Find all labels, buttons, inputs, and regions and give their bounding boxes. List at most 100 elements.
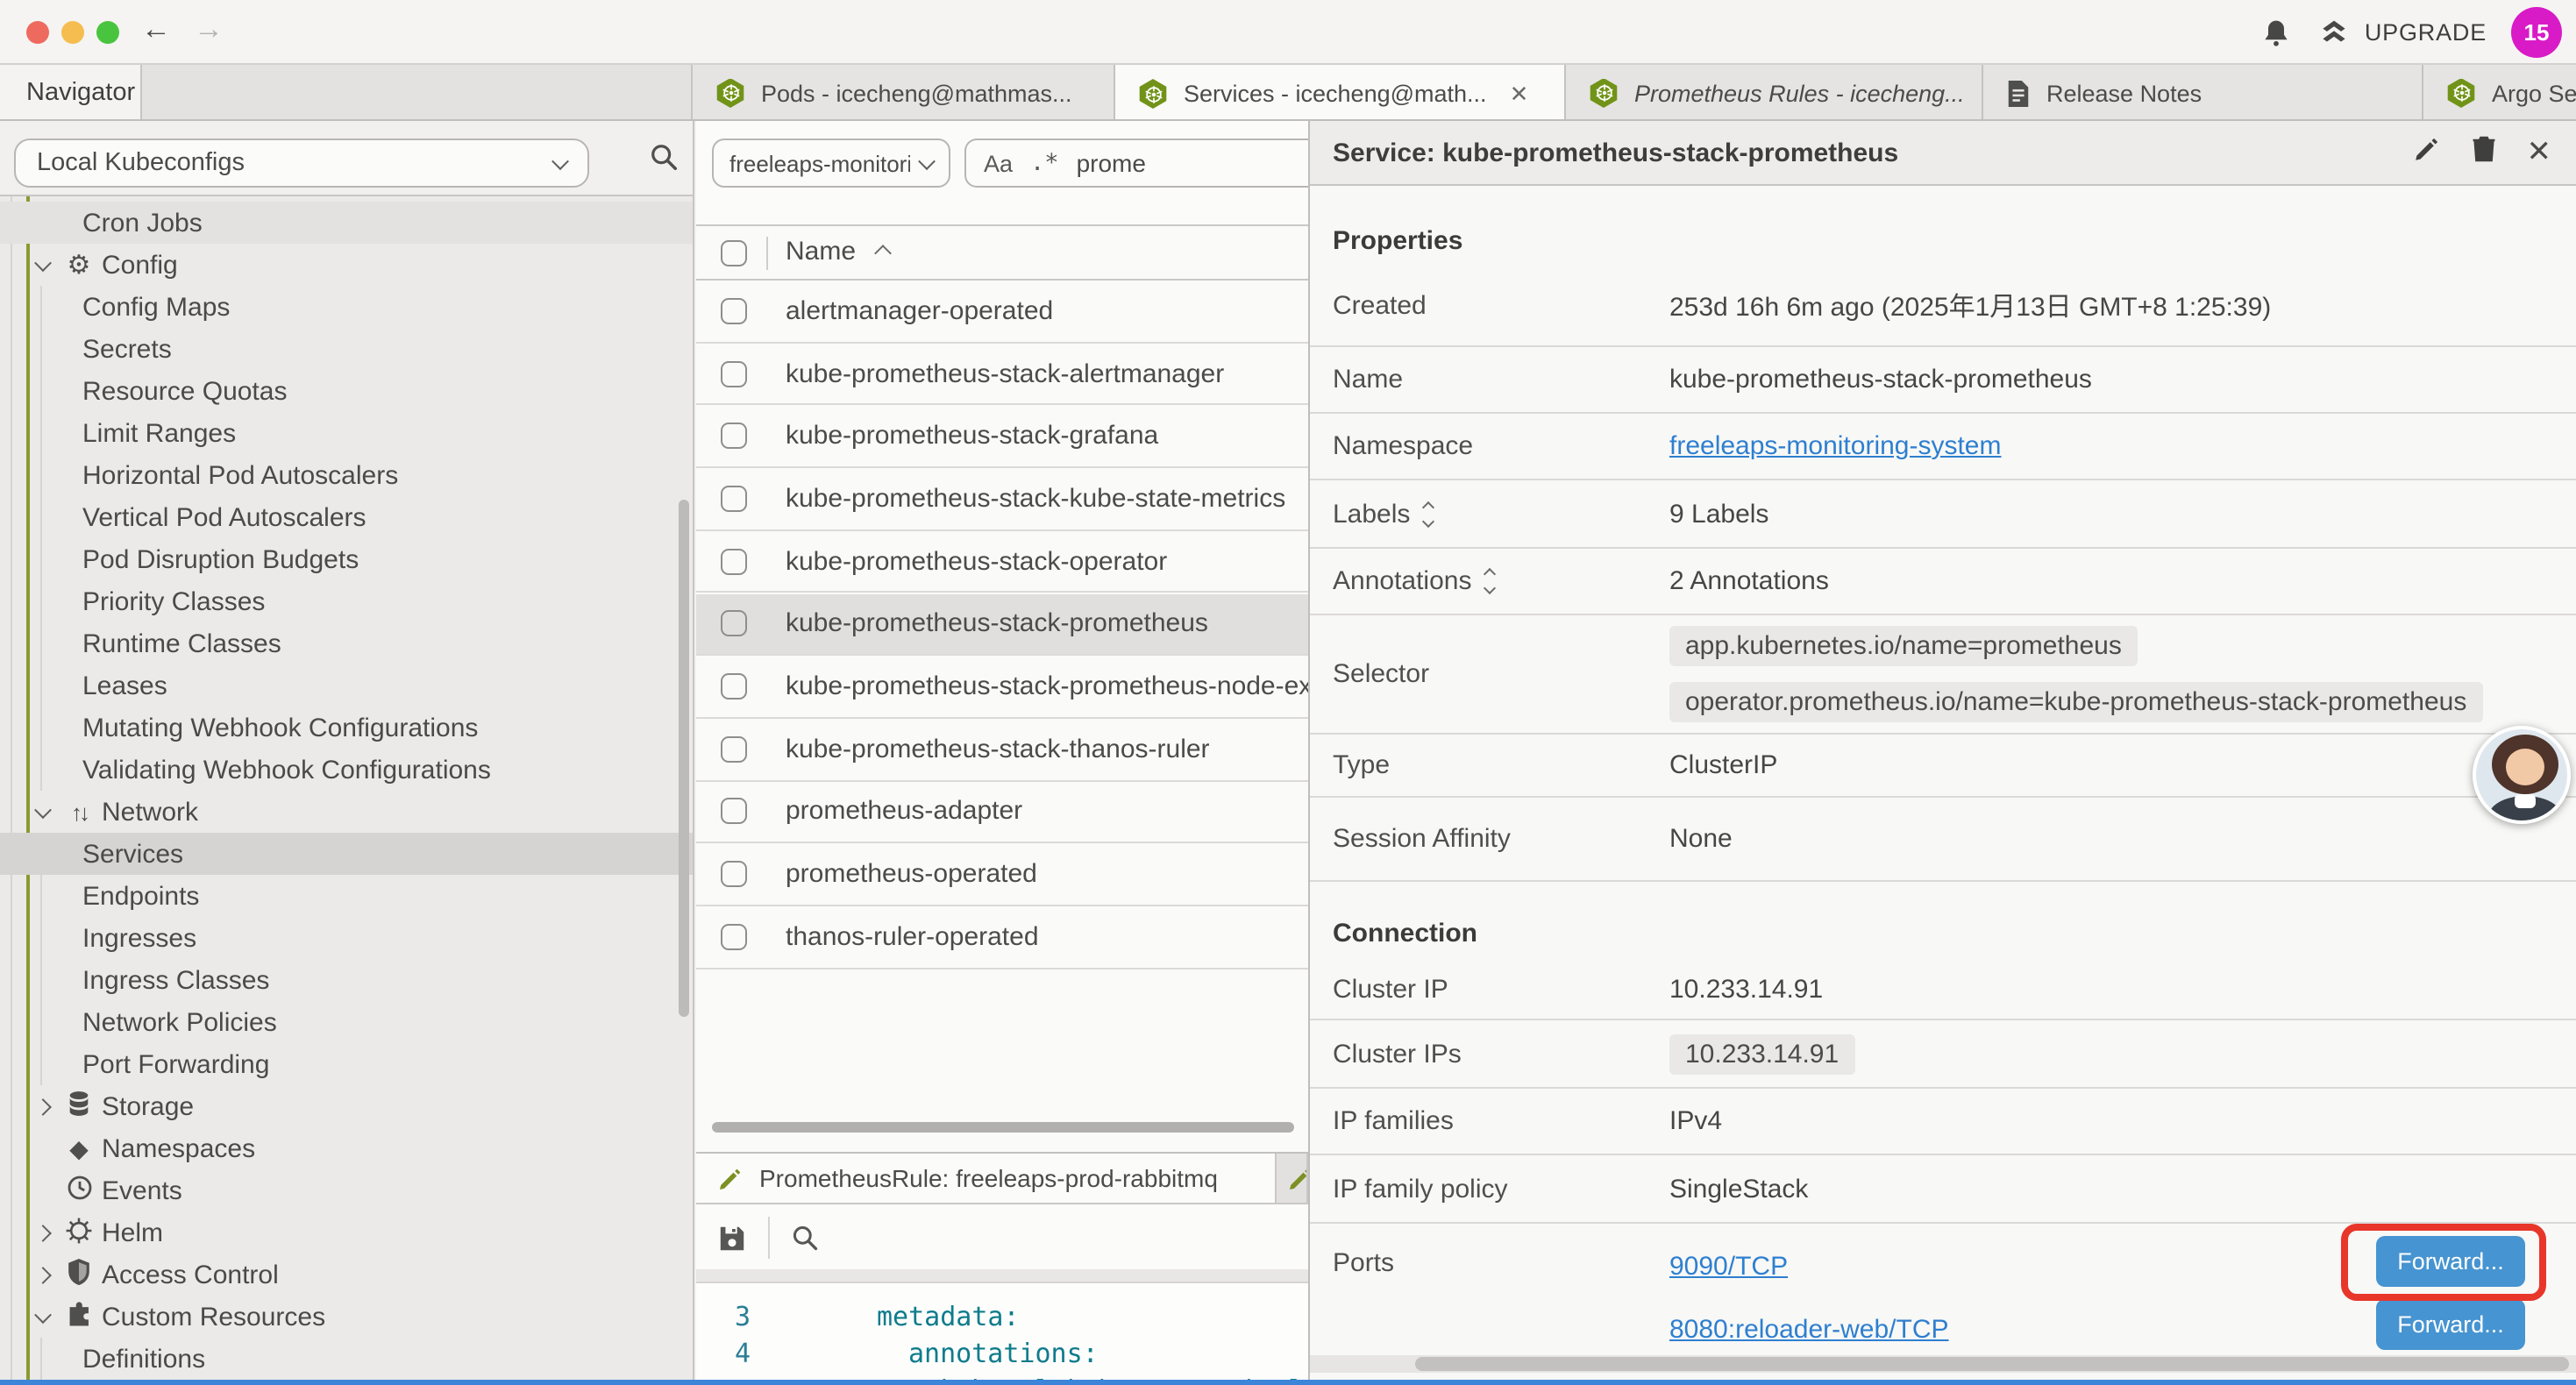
row-checkbox[interactable]	[721, 611, 747, 637]
forward-button-2[interactable]: Forward...	[2376, 1299, 2525, 1350]
table-row-kube-prometheus-stack-thanos-ruler[interactable]: kube-prometheus-stack-thanos-ruler	[696, 719, 1308, 781]
sidebar-item-vertical-pod-autoscalers[interactable]: Vertical Pod Autoscalers	[0, 496, 693, 538]
sidebar-item-access-control[interactable]: Access Control	[0, 1254, 693, 1296]
forward-icon[interactable]: →	[189, 12, 228, 47]
row-checkbox[interactable]	[721, 298, 747, 324]
table-row-kube-prometheus-stack-prometheus-node-expor[interactable]: kube-prometheus-stack-prometheus-node-ex…	[696, 656, 1308, 718]
table-row-kube-prometheus-stack-kube-state-metrics[interactable]: kube-prometheus-stack-kube-state-metrics	[696, 468, 1308, 530]
sidebar-item-config[interactable]: ⚙Config	[0, 244, 693, 286]
sidebar-item-cron-jobs[interactable]: Cron Jobs	[0, 202, 693, 244]
expand-collapse-sorter-icon[interactable]	[1424, 502, 1433, 525]
row-checkbox[interactable]	[721, 861, 747, 887]
navigator-panel-tab[interactable]: Navigator	[0, 65, 142, 121]
table-row-kube-prometheus-stack-grafana[interactable]: kube-prometheus-stack-grafana	[696, 406, 1308, 468]
tab-pods-icecheng-mathmas[interactable]: Pods - icecheng@mathmas...	[693, 65, 1115, 119]
sidebar-item-limit-ranges[interactable]: Limit Ranges	[0, 412, 693, 454]
row-checkbox[interactable]	[721, 423, 747, 449]
detail-scrollbar[interactable]	[1415, 1357, 2569, 1371]
sidebar-item-port-forwarding[interactable]: Port Forwarding	[0, 1043, 693, 1085]
bell-icon[interactable]	[2261, 17, 2293, 48]
list-search-input[interactable]: Aa .* prome	[964, 138, 1308, 188]
table-row-prometheus-operated[interactable]: prometheus-operated	[696, 844, 1308, 906]
sidebar-item-storage[interactable]: Storage	[0, 1085, 693, 1127]
namespace-link[interactable]: freeleaps-monitoring-system	[1669, 431, 2002, 461]
regex-icon[interactable]: .*	[1030, 149, 1059, 177]
chevron-down-icon[interactable]	[34, 800, 52, 818]
sidebar-item-config-maps[interactable]: Config Maps	[0, 286, 693, 328]
row-checkbox[interactable]	[721, 924, 747, 950]
row-checkbox[interactable]	[721, 360, 747, 387]
avatar[interactable]	[2473, 726, 2571, 824]
table-row-alertmanager-operated[interactable]: alertmanager-operated	[696, 281, 1308, 343]
tab-services-icecheng-math[interactable]: Services - icecheng@math...✕	[1115, 65, 1566, 119]
sidebar-item-namespaces[interactable]: ◆Namespaces	[0, 1127, 693, 1169]
sidebar-item-network-policies[interactable]: Network Policies	[0, 1001, 693, 1043]
sidebar-item-events[interactable]: Events	[0, 1169, 693, 1211]
chevron-right-icon[interactable]	[34, 1097, 52, 1115]
port-link-9090-tcp[interactable]: 9090/TCP	[1669, 1251, 1788, 1281]
table-row-kube-prometheus-stack-prometheus[interactable]: kube-prometheus-stack-prometheus	[696, 593, 1308, 656]
namespace-filter-dropdown[interactable]: freeleaps-monitoring-system	[712, 138, 950, 188]
sidebar-item-network[interactable]: ↑↓Network	[0, 791, 693, 833]
name-column-header[interactable]: Name	[786, 237, 856, 266]
row-checkbox[interactable]	[721, 735, 747, 762]
chevron-right-icon[interactable]	[34, 1224, 52, 1241]
back-icon[interactable]: ←	[137, 12, 175, 47]
sidebar-item-label: Storage	[102, 1091, 194, 1121]
table-horizontal-scrollbar[interactable]	[712, 1122, 1294, 1133]
tab-close-icon[interactable]: ✕	[1510, 80, 1529, 108]
editor-tab-next-partial[interactable]	[1277, 1154, 1308, 1203]
chevron-right-icon[interactable]	[34, 1266, 52, 1283]
tab-argo-se[interactable]: Argo Se	[2423, 65, 2576, 119]
table-row-prometheus-adapter[interactable]: prometheus-adapter	[696, 781, 1308, 843]
zoom-window-button[interactable]	[96, 21, 119, 44]
save-icon[interactable]	[717, 1223, 747, 1253]
sidebar-search-icon[interactable]	[649, 142, 679, 179]
detail-edit-pencil-icon[interactable]	[2413, 135, 2441, 170]
detail-row-type: TypeClusterIP	[1310, 735, 2576, 798]
sidebar-item-endpoints[interactable]: Endpoints	[0, 875, 693, 917]
notification-count-badge[interactable]: 15	[2511, 7, 2562, 58]
tab-prometheus-rules-icecheng[interactable]: Prometheus Rules - icecheng...	[1566, 65, 1983, 119]
sidebar-item-secrets[interactable]: Secrets	[0, 328, 693, 370]
chevron-down-icon[interactable]	[34, 1305, 52, 1323]
sidebar-item-custom-resources[interactable]: Custom Resources	[0, 1296, 693, 1338]
sidebar-item-helm[interactable]: Helm	[0, 1211, 693, 1254]
sidebar-item-priority-classes[interactable]: Priority Classes	[0, 580, 693, 622]
upgrade-button[interactable]: UPGRADE	[2317, 17, 2487, 48]
detail-close-icon[interactable]: ✕	[2527, 135, 2552, 170]
close-window-button[interactable]	[26, 21, 49, 44]
editor-tab-prometheusrule[interactable]: PrometheusRule: freeleaps-prod-rabbitmq	[696, 1154, 1277, 1203]
sidebar-scrollbar[interactable]	[679, 500, 689, 1017]
row-checkbox[interactable]	[721, 799, 747, 825]
minimize-window-button[interactable]	[61, 21, 84, 44]
sidebar-item-ingress-classes[interactable]: Ingress Classes	[0, 959, 693, 1001]
sidebar-item-validating-webhook-configurations[interactable]: Validating Webhook Configurations	[0, 749, 693, 791]
kubeconfig-dropdown[interactable]: Local Kubeconfigs	[14, 138, 589, 188]
match-case-icon[interactable]: Aa	[984, 150, 1013, 176]
chevron-down-icon[interactable]	[34, 253, 52, 271]
table-row-thanos-ruler-operated[interactable]: thanos-ruler-operated	[696, 906, 1308, 969]
sidebar-item-mutating-webhook-configurations[interactable]: Mutating Webhook Configurations	[0, 707, 693, 749]
sort-ascending-icon[interactable]	[874, 245, 892, 262]
row-checkbox[interactable]	[721, 673, 747, 700]
table-row-kube-prometheus-stack-alertmanager[interactable]: kube-prometheus-stack-alertmanager	[696, 343, 1308, 405]
expand-collapse-sorter-icon[interactable]	[1485, 570, 1494, 593]
select-all-checkbox[interactable]	[721, 240, 747, 266]
sidebar-item-runtime-classes[interactable]: Runtime Classes	[0, 622, 693, 664]
sidebar-item-leases[interactable]: Leases	[0, 664, 693, 707]
sidebar-item-pod-disruption-budgets[interactable]: Pod Disruption Budgets	[0, 538, 693, 580]
sidebar-item-ingresses[interactable]: Ingresses	[0, 917, 693, 959]
sidebar-item-resource-quotas[interactable]: Resource Quotas	[0, 370, 693, 412]
detail-delete-trash-icon[interactable]	[2471, 135, 2497, 170]
row-checkbox[interactable]	[721, 486, 747, 512]
table-row-kube-prometheus-stack-operator[interactable]: kube-prometheus-stack-operator	[696, 531, 1308, 593]
sidebar-item-horizontal-pod-autoscalers[interactable]: Horizontal Pod Autoscalers	[0, 454, 693, 496]
port-link-8080-reloader-web-tcp[interactable]: 8080:reloader-web/TCP	[1669, 1314, 1949, 1344]
editor-search-icon[interactable]	[791, 1224, 819, 1252]
row-checkbox[interactable]	[721, 548, 747, 574]
sidebar-item-definitions[interactable]: Definitions	[0, 1338, 693, 1380]
yaml-editor[interactable]: 3metadata:4annotations:5kubectl.kubernet…	[696, 1283, 1308, 1385]
tab-release-notes[interactable]: Release Notes	[1983, 65, 2423, 119]
sidebar-item-services[interactable]: Services	[0, 833, 693, 875]
